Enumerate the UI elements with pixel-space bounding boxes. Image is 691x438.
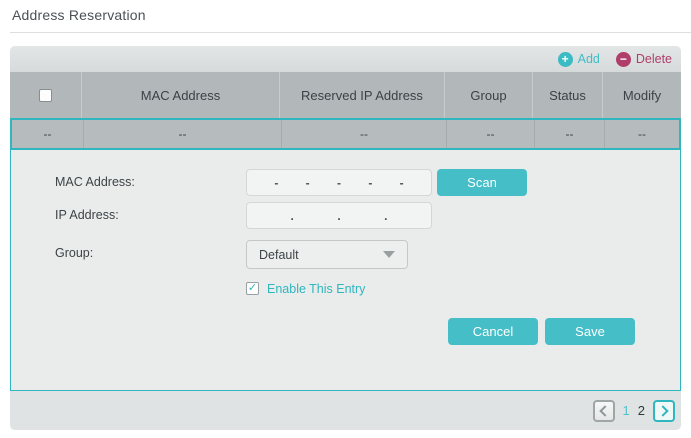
- row-cell-select: --: [12, 120, 84, 148]
- row-cell-reserved-ip: --: [282, 120, 447, 148]
- mac-address-input[interactable]: -----: [246, 169, 432, 196]
- header-cell-reserved-ip: Reserved IP Address: [280, 72, 445, 118]
- table-toolbar: + Add − Delete: [10, 46, 681, 72]
- table-footer: 1 2: [10, 391, 681, 430]
- ip-address-input[interactable]: ...: [246, 202, 432, 229]
- header-cell-group: Group: [445, 72, 533, 118]
- separator-glyph: -: [305, 175, 310, 190]
- table-row[interactable]: -- -- -- -- -- --: [10, 118, 681, 150]
- add-icon: +: [557, 51, 573, 67]
- address-reservation-panel: + Add − Delete MAC Address Reserved IP A…: [10, 46, 681, 430]
- page-1-link[interactable]: 1: [623, 400, 630, 422]
- add-button-label: Add: [577, 52, 600, 66]
- separator-glyph: -: [336, 175, 341, 190]
- separator-glyph: .: [290, 208, 294, 223]
- prev-page-button[interactable]: [592, 399, 615, 422]
- group-select-value: Default: [259, 247, 299, 262]
- separator-glyph: -: [399, 175, 404, 190]
- chevron-left-icon: [599, 404, 611, 417]
- delete-icon: −: [615, 51, 631, 67]
- separator-glyph: .: [337, 208, 341, 223]
- mac-address-label: MAC Address:: [55, 175, 135, 189]
- title-divider: [10, 32, 691, 33]
- group-select[interactable]: Default: [246, 240, 408, 269]
- delete-button[interactable]: − Delete: [615, 51, 672, 67]
- next-page-button[interactable]: [653, 399, 675, 422]
- page-title: Address Reservation: [12, 7, 146, 23]
- group-label: Group:: [55, 246, 94, 260]
- select-all-checkbox[interactable]: [39, 88, 52, 102]
- enable-entry-label: Enable This Entry: [267, 282, 366, 296]
- table-header: MAC Address Reserved IP Address Group St…: [10, 72, 681, 118]
- separator-glyph: -: [368, 175, 373, 190]
- row-cell-status: --: [535, 120, 605, 148]
- separator-glyph: .: [384, 208, 388, 223]
- delete-button-label: Delete: [635, 52, 672, 66]
- page-2-current: 2: [637, 402, 645, 418]
- header-cell-status: Status: [533, 72, 603, 118]
- checkmark-icon: ✓: [247, 282, 258, 294]
- row-cell-mac: --: [84, 120, 282, 148]
- ip-address-label: IP Address:: [55, 208, 119, 222]
- chevron-right-icon: [656, 404, 669, 417]
- scan-button[interactable]: Scan: [437, 169, 527, 196]
- header-cell-select: [10, 72, 82, 118]
- save-button[interactable]: Save: [545, 318, 635, 345]
- row-cell-modify: --: [638, 127, 646, 141]
- separator-glyph: -: [274, 175, 279, 190]
- add-button[interactable]: + Add: [557, 51, 600, 67]
- cancel-button[interactable]: Cancel: [448, 318, 538, 345]
- header-cell-mac: MAC Address: [82, 72, 280, 118]
- header-cell-modify: Modify: [622, 87, 662, 103]
- row-cell-group: --: [447, 120, 535, 148]
- enable-entry-checkbox[interactable]: ✓: [246, 282, 259, 295]
- dropdown-arrow-icon: [383, 251, 395, 258]
- edit-entry-panel: MAC Address: ----- Scan IP Address: ... …: [10, 150, 681, 391]
